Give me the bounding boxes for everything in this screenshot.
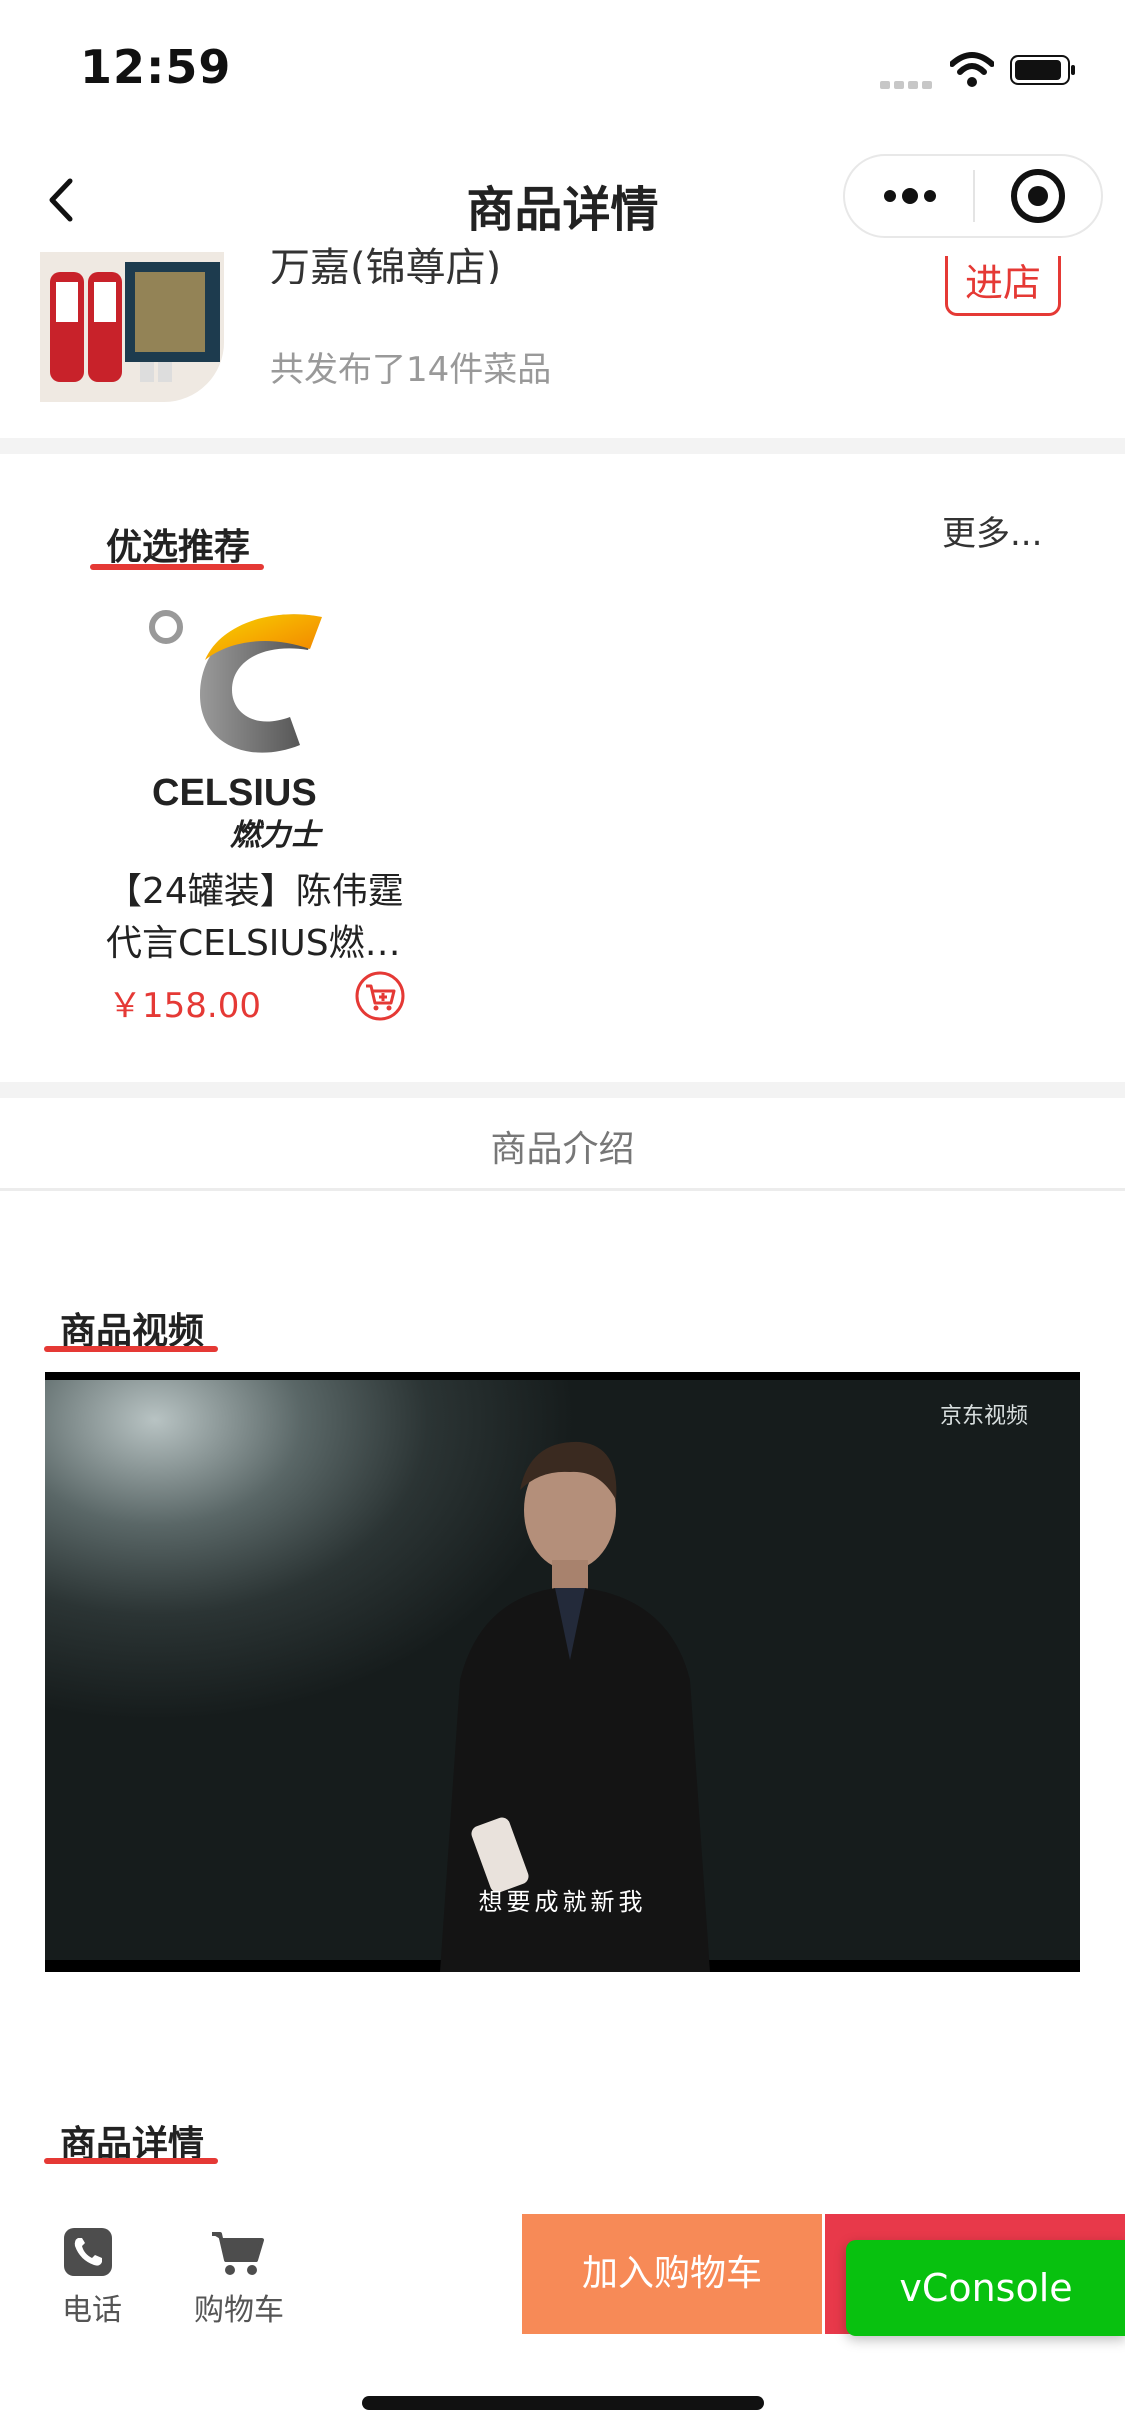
shop-product-image [40,252,224,402]
video-title-underline [44,1346,218,1352]
shop-product-count: 共发布了14件菜品 [270,350,552,390]
more-link[interactable]: 更多... [942,506,1042,555]
battery-icon [1010,55,1075,85]
add-to-cart-button[interactable]: 加入购物车 [522,2214,822,2334]
detail-title-underline [44,2158,218,2164]
status-time: 12:59 [80,40,232,94]
product-name[interactable]: 【24罐装】陈伟霆 代言CELSIUS燃… [106,866,426,970]
shop-thumbnail[interactable] [40,252,224,402]
cart-icon[interactable] [210,2228,266,2278]
recommend-title: 优选推荐 [106,527,251,568]
cart-label[interactable]: 购物车 [194,2285,284,2329]
product-image[interactable]: CELSIUS 燃力士 [140,605,350,850]
section-divider [0,438,1125,454]
phone-icon[interactable] [62,2226,114,2278]
recommend-underline [90,564,264,570]
shop-name: 万嘉(锦尊店) [270,245,502,284]
enter-shop-button[interactable]: 进店 [945,256,1061,316]
product-price: ￥158.00 [108,986,261,1026]
video-subtitle: 想要成就新我 [478,1888,647,1916]
celsius-logo-text: CELSIUS [152,772,317,814]
close-miniprogram-icon[interactable] [1010,168,1066,224]
capsule-divider [973,170,975,222]
home-indicator [362,2396,764,2410]
more-options-icon[interactable] [880,184,940,208]
product-name-line2: 代言CELSIUS燃… [106,923,401,964]
tab-product-intro[interactable]: 商品介绍 [0,1120,1125,1172]
product-name-line1: 【24罐装】陈伟霆 [106,871,404,912]
tab-divider [0,1188,1125,1191]
signal-icon [880,74,936,89]
video-watermark: 京东视频 [940,1404,1029,1429]
add-to-cart-icon[interactable] [354,970,406,1022]
phone-label[interactable]: 电话 [62,2285,122,2329]
section-divider [0,1082,1125,1098]
wifi-icon [950,52,994,87]
celsius-logo-sub: 燃力士 [230,818,324,850]
vconsole-button[interactable]: vConsole [846,2240,1125,2336]
